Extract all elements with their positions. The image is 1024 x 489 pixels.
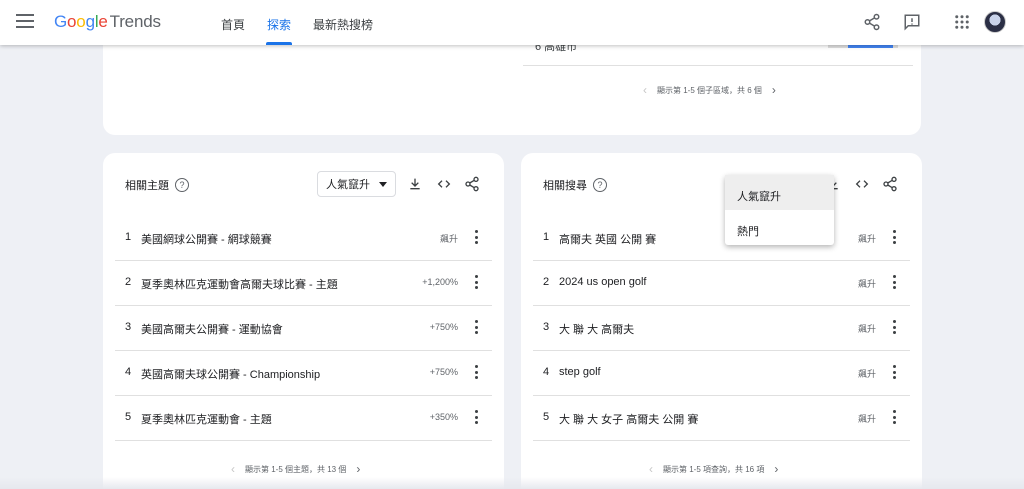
more-vert-icon[interactable] xyxy=(892,275,896,289)
pagination: ‹ 顯示第 1-5 項查詢，共 16 項 › xyxy=(649,462,778,476)
nav-explore[interactable]: 探索 xyxy=(256,0,302,45)
list-item[interactable]: 5 大 聯 大 女子 高爾夫 公開 賽 飆升 xyxy=(533,396,910,441)
list-item[interactable]: 1 美國網球公開賽 - 網球競賽 飆升 xyxy=(115,216,492,261)
chevron-left-icon: ‹ xyxy=(649,462,653,476)
more-vert-icon[interactable] xyxy=(474,275,478,289)
chevron-left-icon: ‹ xyxy=(231,462,235,476)
list-item[interactable]: 5 夏季奧林匹克運動會 - 主題 +350% xyxy=(115,396,492,441)
pagination-label: 顯示第 1-5 個子區域，共 6 個 xyxy=(657,85,762,95)
metric-select[interactable]: 人氣竄升 xyxy=(317,171,396,197)
list-item[interactable]: 3 大 聯 大 高爾夫 飆升 xyxy=(533,306,910,351)
more-vert-icon[interactable] xyxy=(892,320,896,334)
download-icon[interactable] xyxy=(407,176,423,192)
pagination: ‹ 顯示第 1-5 個主題，共 13 個 › xyxy=(231,462,360,476)
chevron-right-icon[interactable]: › xyxy=(774,462,778,476)
more-vert-icon[interactable] xyxy=(474,320,478,334)
list-item[interactable]: 4 英國高爾夫球公開賽 - Championship +750% xyxy=(115,351,492,396)
share-icon[interactable] xyxy=(464,176,480,192)
feedback-icon[interactable] xyxy=(903,13,921,31)
menu-icon[interactable] xyxy=(16,14,34,30)
list-item[interactable]: 2 2024 us open golf 飆升 xyxy=(533,261,910,306)
caret-down-icon xyxy=(379,182,387,187)
share-icon[interactable] xyxy=(882,176,898,192)
main-nav: 首頁 探索 最新熱搜榜 xyxy=(210,0,384,45)
chevron-left-icon: ‹ xyxy=(643,83,647,97)
pagination: ‹ 顯示第 1-5 個子區域，共 6 個 › xyxy=(643,83,776,97)
pagination-label: 顯示第 1-5 項查詢，共 16 項 xyxy=(663,464,765,474)
metric-dropdown-menu: 人氣竄升 熱門 xyxy=(725,175,834,245)
region-card: 6 高雄市 ‹ 顯示第 1-5 個子區域，共 6 個 › xyxy=(103,30,921,135)
more-vert-icon[interactable] xyxy=(474,230,478,244)
menu-item-rising[interactable]: 人氣竄升 xyxy=(725,175,834,210)
share-icon[interactable] xyxy=(863,13,881,31)
more-vert-icon[interactable] xyxy=(892,365,896,379)
list-item[interactable]: 1 高爾夫 英國 公開 賽 飆升 xyxy=(533,216,910,261)
help-icon[interactable]: ? xyxy=(593,178,607,192)
more-vert-icon[interactable] xyxy=(892,410,896,424)
page-bottom-fade xyxy=(0,477,1024,489)
related-queries-card: 相關搜尋 ? 1 高爾夫 英國 公開 賽 飆升 2 2024 us open g… xyxy=(521,153,922,489)
embed-icon[interactable] xyxy=(436,176,452,192)
nav-home[interactable]: 首頁 xyxy=(210,0,256,45)
chevron-right-icon[interactable]: › xyxy=(772,83,776,97)
list-item[interactable]: 4 step golf 飆升 xyxy=(533,351,910,396)
list-item[interactable]: 2 夏季奧林匹克運動會高爾夫球比賽 - 主題 +1,200% xyxy=(115,261,492,306)
card-title: 相關主題 ? xyxy=(125,177,189,193)
embed-icon[interactable] xyxy=(854,176,870,192)
more-vert-icon[interactable] xyxy=(892,230,896,244)
top-app-bar: Google Trends 首頁 探索 最新熱搜榜 xyxy=(0,0,1024,45)
chevron-right-icon[interactable]: › xyxy=(356,462,360,476)
list-item[interactable]: 3 美國高爾夫公開賽 - 運動協會 +750% xyxy=(115,306,492,351)
pagination-label: 顯示第 1-5 個主題，共 13 個 xyxy=(245,464,347,474)
apps-icon[interactable] xyxy=(953,13,971,31)
help-icon[interactable]: ? xyxy=(175,178,189,192)
nav-trending[interactable]: 最新熱搜榜 xyxy=(302,0,384,45)
menu-item-top[interactable]: 熱門 xyxy=(725,210,834,245)
related-topics-card: 相關主題 ? 人氣竄升 1 美國網球公開賽 - 網球競賽 飆升 2 夏季奧林匹克… xyxy=(103,153,504,489)
avatar[interactable] xyxy=(984,11,1006,33)
more-vert-icon[interactable] xyxy=(474,410,478,424)
more-vert-icon[interactable] xyxy=(474,365,478,379)
google-trends-logo[interactable]: Google Trends xyxy=(54,12,161,32)
topics-list: 1 美國網球公開賽 - 網球競賽 飆升 2 夏季奧林匹克運動會高爾夫球比賽 - … xyxy=(115,216,492,441)
queries-list: 1 高爾夫 英國 公開 賽 飆升 2 2024 us open golf 飆升 … xyxy=(533,216,910,441)
card-title: 相關搜尋 ? xyxy=(543,177,607,193)
